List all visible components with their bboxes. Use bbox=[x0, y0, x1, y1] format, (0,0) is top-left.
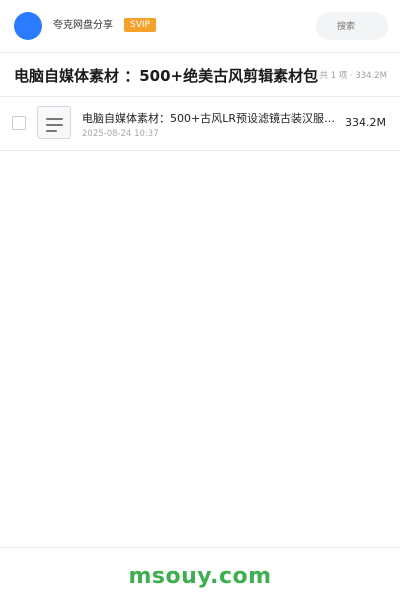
top-header: 夸克网盘分享 SVIP bbox=[0, 0, 400, 53]
file-row[interactable]: 电脑自媒体素材：500+古风LR预设滤镜古装汉服p… 2025-08-24 10… bbox=[0, 98, 400, 151]
avatar[interactable] bbox=[14, 12, 42, 40]
vip-badge: SVIP bbox=[124, 18, 156, 32]
footer: msouy.com bbox=[0, 547, 400, 600]
footer-brand[interactable]: msouy.com bbox=[0, 564, 400, 590]
file-size: 334.2M bbox=[345, 116, 386, 129]
file-name[interactable]: 电脑自媒体素材：500+古风LR预设滤镜古装汉服p… bbox=[82, 112, 338, 126]
search-input[interactable] bbox=[316, 12, 388, 40]
file-date: 2025-08-24 10:37 bbox=[82, 129, 159, 139]
file-checkbox[interactable] bbox=[12, 116, 26, 130]
title-bar: 电脑自媒体素材 ：500+绝美古风剪辑素材包 共 1 项 · 334.2M bbox=[0, 54, 400, 97]
file-summary: 共 1 项 · 334.2M bbox=[319, 71, 387, 81]
user-name[interactable]: 夸克网盘分享 bbox=[53, 20, 113, 32]
document-icon bbox=[37, 106, 71, 139]
page-title: 电脑自媒体素材 ：500+绝美古风剪辑素材包 bbox=[14, 67, 319, 85]
